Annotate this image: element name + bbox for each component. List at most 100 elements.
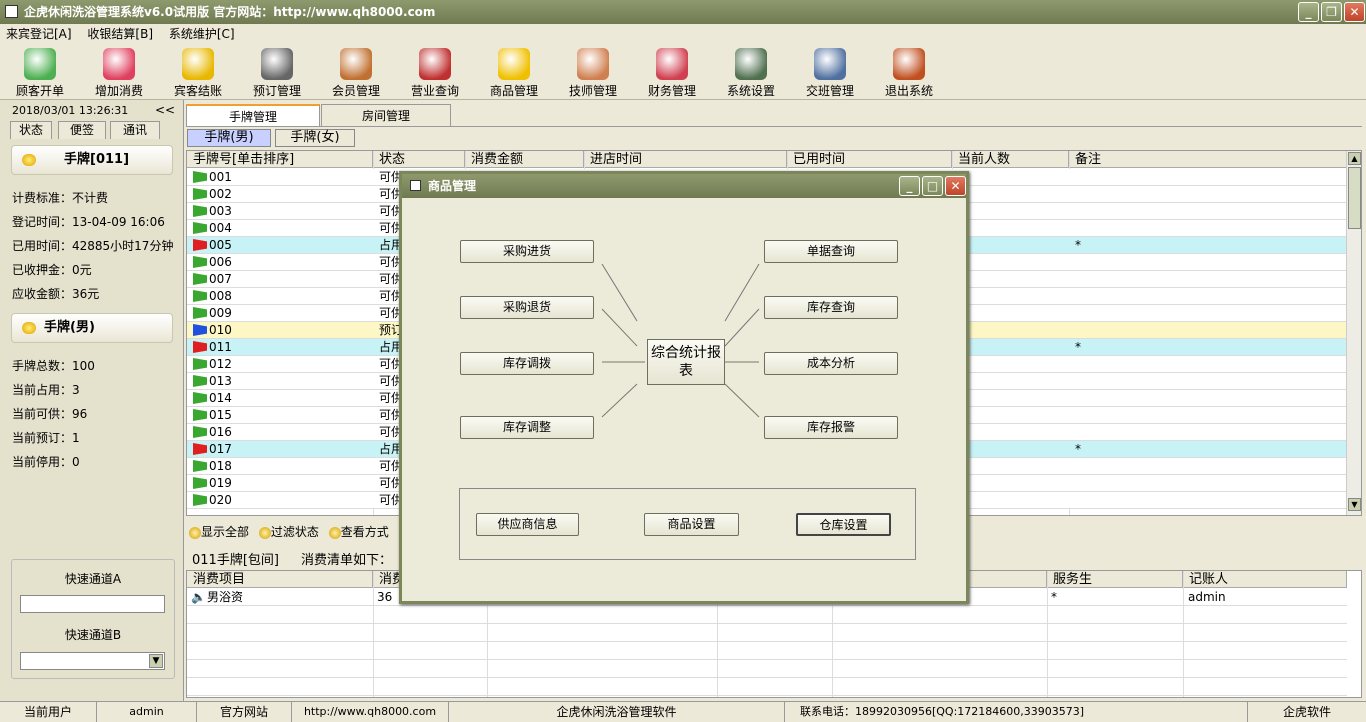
chevron-down-icon[interactable]: ▼ bbox=[149, 654, 163, 668]
filter-status-button[interactable]: 过滤状态 bbox=[271, 525, 319, 539]
show-all-button[interactable]: 显示全部 bbox=[201, 525, 249, 539]
info-line: 当前占用：3 bbox=[12, 383, 80, 397]
info-line: 当前预订：1 bbox=[12, 431, 80, 445]
star-icon bbox=[498, 48, 530, 80]
status-site-label: 官方网站 bbox=[197, 702, 292, 722]
cost-analysis-button[interactable]: 成本分析 bbox=[764, 352, 898, 375]
flag-icon bbox=[193, 341, 207, 353]
summary-report-button[interactable]: 综合统计报表 bbox=[647, 339, 725, 385]
col-tag-number[interactable]: 手牌号[单击排序] bbox=[187, 151, 373, 168]
flag-icon bbox=[193, 239, 207, 251]
scroll-down-icon[interactable]: ▼ bbox=[1348, 498, 1361, 511]
flag-icon bbox=[193, 494, 207, 506]
status-bar: 当前用户 admin 官方网站 http://www.qh8000.com 企虎… bbox=[0, 701, 1366, 722]
toolbar-button-customer[interactable]: 顾客开单 bbox=[2, 46, 78, 99]
toolbar-button-checkout[interactable]: 宾客结账 bbox=[160, 46, 236, 99]
toolbar-button-star[interactable]: 商品管理 bbox=[476, 46, 552, 99]
product-settings-button[interactable]: 商品设置 bbox=[644, 513, 739, 536]
toolbar-button-handshake[interactable]: 交班管理 bbox=[792, 46, 868, 99]
toolbar-label: 顾客开单 bbox=[15, 84, 64, 98]
datetime: 2018/03/01 13:26:31 bbox=[12, 104, 129, 117]
toolbar-button-settings[interactable]: 系统设置 bbox=[713, 46, 789, 99]
menu-guest-register[interactable]: 来宾登记[A] bbox=[6, 27, 72, 41]
grid-scrollbar[interactable]: ▲ ▼ bbox=[1346, 151, 1361, 515]
tag-number: 018 bbox=[209, 459, 232, 473]
col-people[interactable]: 当前人数 bbox=[952, 151, 1069, 168]
supplier-info-button[interactable]: 供应商信息 bbox=[476, 513, 579, 536]
tab-room-manage[interactable]: 房间管理 bbox=[321, 104, 451, 126]
minimize-button[interactable]: _ bbox=[1298, 2, 1319, 22]
toolbar-button-add-consume[interactable]: 增加消费 bbox=[81, 46, 157, 99]
view-mode-icon bbox=[328, 526, 341, 539]
tag-number: 019 bbox=[209, 476, 232, 490]
bill-amount: 36 bbox=[377, 590, 393, 604]
toolbar-button-members[interactable]: 会员管理 bbox=[318, 46, 394, 99]
scroll-up-icon[interactable]: ▲ bbox=[1348, 152, 1361, 165]
settings-icon bbox=[735, 48, 767, 80]
stock-transfer-button[interactable]: 库存调拨 bbox=[460, 352, 594, 375]
filter-bar: 显示全部 过滤状态 查看方式 bbox=[186, 522, 389, 542]
quick-a-input[interactable] bbox=[20, 595, 165, 613]
col-clerk[interactable]: 记账人 bbox=[1183, 571, 1347, 588]
alarm-clock-icon bbox=[261, 48, 293, 80]
toolbar-label: 预订管理 bbox=[252, 84, 301, 98]
menu-cashier[interactable]: 收银结算[B] bbox=[87, 27, 153, 41]
status-site[interactable]: http://www.qh8000.com bbox=[292, 702, 449, 722]
info-line: 计费标准：不计费 bbox=[12, 191, 109, 205]
settings-group: 供应商信息 商品设置 仓库设置 bbox=[459, 488, 916, 560]
tab-tag-manage[interactable]: 手牌管理 bbox=[186, 104, 320, 126]
toolbar-label: 营业查询 bbox=[410, 84, 459, 98]
col-entry-time[interactable]: 进店时间 bbox=[584, 151, 787, 168]
flag-icon bbox=[193, 256, 207, 268]
stock-adjust-button[interactable]: 库存调整 bbox=[460, 416, 594, 439]
toolbar-label: 会员管理 bbox=[331, 84, 380, 98]
flag-icon bbox=[193, 375, 207, 387]
status-user: admin bbox=[97, 702, 197, 722]
col-status[interactable]: 状态 bbox=[373, 151, 465, 168]
warehouse-settings-button[interactable]: 仓库设置 bbox=[796, 513, 891, 536]
col-waiter[interactable]: 服务生 bbox=[1047, 571, 1183, 588]
col-amount[interactable]: 消费金额 bbox=[465, 151, 584, 168]
card-male-tags: 手牌(男) bbox=[11, 313, 173, 343]
restore-button[interactable]: ❐ bbox=[1321, 2, 1342, 22]
card-male-title: 手牌(男) bbox=[44, 320, 95, 335]
finance-icon bbox=[656, 48, 688, 80]
toolbar-button-alarm-clock[interactable]: 预订管理 bbox=[239, 46, 315, 99]
menu-system[interactable]: 系统维护[C] bbox=[169, 27, 235, 41]
tag-number: 013 bbox=[209, 374, 232, 388]
toolbar-button-exit[interactable]: 退出系统 bbox=[871, 46, 947, 99]
quick-b-select[interactable]: ▼ bbox=[20, 652, 165, 670]
stock-query-button[interactable]: 库存查询 bbox=[764, 296, 898, 319]
flag-icon bbox=[193, 477, 207, 489]
toolbar-button-calendar[interactable]: 营业查询 bbox=[397, 46, 473, 99]
document-query-button[interactable]: 单据查询 bbox=[764, 240, 898, 263]
subtab-female[interactable]: 手牌(女) bbox=[275, 129, 355, 147]
tab-notes[interactable]: 便签 bbox=[58, 121, 106, 139]
stock-alert-button[interactable]: 库存报警 bbox=[764, 416, 898, 439]
view-mode-button[interactable]: 查看方式 bbox=[341, 525, 389, 539]
flag-icon bbox=[193, 290, 207, 302]
info-line: 当前可供：96 bbox=[12, 407, 88, 421]
checkout-icon bbox=[182, 48, 214, 80]
tag-number: 002 bbox=[209, 187, 232, 201]
col-item[interactable]: 消费项目 bbox=[187, 571, 373, 588]
toolbar-button-finance[interactable]: 财务管理 bbox=[634, 46, 710, 99]
col-note[interactable]: 备注 bbox=[1069, 151, 1347, 168]
purchase-in-button[interactable]: 采购进货 bbox=[460, 240, 594, 263]
flag-icon bbox=[193, 324, 207, 336]
status-product: 企虎休闲洗浴管理软件 bbox=[449, 702, 785, 722]
col-used-time[interactable]: 已用时间 bbox=[787, 151, 952, 168]
info-line: 应收金额：36元 bbox=[12, 287, 100, 301]
subtab-male[interactable]: 手牌(男) bbox=[187, 129, 271, 147]
tab-status[interactable]: 状态 bbox=[10, 121, 52, 139]
tab-comm[interactable]: 通讯 bbox=[110, 121, 160, 139]
close-button[interactable]: ✕ bbox=[1344, 2, 1365, 22]
toolbar-label: 宾客结账 bbox=[173, 84, 222, 98]
scroll-thumb[interactable] bbox=[1348, 167, 1361, 229]
collapse-button[interactable]: << bbox=[155, 103, 175, 117]
flag-icon bbox=[193, 171, 207, 183]
bill-row-empty bbox=[187, 643, 1347, 660]
toolbar-button-technicians[interactable]: 技师管理 bbox=[555, 46, 631, 99]
left-panel: 2018/03/01 13:26:31 << 状态 便签 通讯 手牌[011] … bbox=[0, 100, 184, 701]
purchase-return-button[interactable]: 采购退货 bbox=[460, 296, 594, 319]
